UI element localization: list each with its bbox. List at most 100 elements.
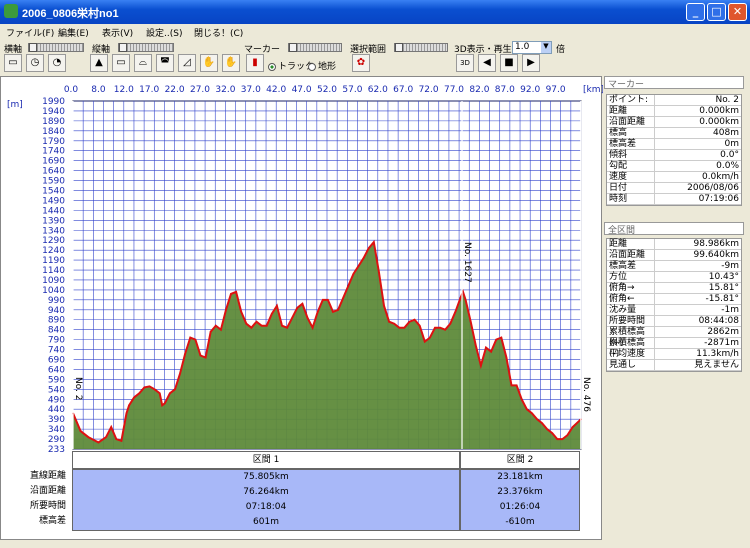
vertical-zoom-slider[interactable] — [118, 43, 174, 52]
dome-icon[interactable]: ⌓ — [134, 54, 152, 72]
view-3d-button[interactable]: 3D — [456, 54, 474, 72]
car-icon[interactable]: ◚ — [156, 54, 174, 72]
y-tick-label: 1140 — [42, 266, 65, 276]
marker-pin-icon[interactable]: ▮ — [246, 54, 264, 72]
select-range-icon[interactable]: ✿ — [352, 54, 370, 72]
mountain-icon[interactable]: ▲ — [90, 54, 108, 72]
data-point — [301, 303, 304, 305]
x-tick-label: 42.0 — [266, 85, 286, 95]
info-value: No. 2 — [715, 95, 739, 105]
data-point — [429, 336, 431, 339]
data-point — [459, 297, 462, 299]
marker-label: No. 476 — [581, 377, 591, 412]
data-point — [525, 408, 528, 411]
data-point — [357, 265, 360, 267]
section-1-header[interactable]: 区間 1 — [72, 451, 460, 469]
speed-select[interactable]: 1.0 ▼ — [512, 41, 552, 54]
info-value: 99.640km — [693, 250, 739, 260]
time-count-icon[interactable]: ◔ — [48, 54, 66, 72]
data-point — [179, 372, 181, 375]
info-value: 2862m — [707, 327, 739, 337]
ruler-icon[interactable]: ▭ — [4, 54, 22, 72]
info-value: -1m — [721, 305, 739, 315]
y-tick-label: 1840 — [42, 127, 65, 137]
info-key: 沈み量 — [607, 305, 655, 315]
data-point — [332, 310, 334, 313]
data-point — [79, 430, 82, 432]
rewind-button[interactable]: ◀ — [478, 54, 496, 72]
y-axis-label: [m] — [7, 100, 23, 110]
y-tick-label: 1090 — [42, 276, 65, 286]
data-point — [505, 356, 508, 359]
y-tick-label: 1890 — [42, 117, 65, 127]
data-point — [485, 346, 487, 349]
data-point — [184, 352, 186, 355]
minimize-button[interactable]: _ — [686, 3, 705, 21]
data-point — [316, 310, 319, 313]
section-1-value: 75.805km — [243, 472, 289, 482]
hand-icon[interactable]: ✋ — [200, 54, 218, 72]
data-point — [480, 364, 482, 367]
play-button[interactable]: ▶ — [522, 54, 540, 72]
slope-icon[interactable]: ◿ — [178, 54, 196, 72]
data-point — [464, 299, 467, 301]
range-slider[interactable] — [394, 43, 448, 52]
info-key: 距離 — [607, 106, 655, 116]
info-value: 408m — [713, 128, 739, 138]
x-tick-label: 22.0 — [165, 85, 185, 95]
info-value: 0.0% — [716, 161, 739, 171]
stop-button[interactable]: ■ — [500, 54, 518, 72]
y-tick-label: 1490 — [42, 196, 65, 206]
data-point — [214, 324, 217, 327]
info-key: 速度 — [607, 172, 655, 182]
data-point — [87, 436, 90, 438]
menu-edit[interactable]: 編集(E) — [58, 26, 89, 39]
info-row: 時刻 07:19:06 — [607, 194, 741, 205]
y-tick-label: 290 — [48, 435, 65, 445]
info-row: 距離 0.000km — [607, 106, 741, 117]
data-point — [225, 309, 227, 311]
x-tick-label: 67.0 — [393, 85, 413, 95]
info-row: 勾配 0.0% — [607, 161, 741, 172]
data-point — [474, 344, 477, 347]
data-point — [561, 438, 564, 440]
terrain-radio[interactable]: 地形 — [308, 59, 336, 72]
y-tick-label: 1740 — [42, 147, 65, 157]
data-point — [125, 412, 128, 415]
maximize-button[interactable]: □ — [707, 3, 726, 21]
y-tick-label: 690 — [48, 356, 65, 366]
info-key: 距離 — [607, 239, 655, 249]
data-point — [373, 241, 375, 243]
y-tick-label: 990 — [48, 296, 65, 306]
y-tick-label: 1590 — [42, 177, 65, 187]
data-point — [235, 291, 237, 293]
data-point — [408, 320, 411, 323]
info-row: 所要時間 08:44:08 — [607, 316, 741, 327]
hand-alt-icon[interactable]: ✋ — [222, 54, 240, 72]
info-key: 沿面距離 — [607, 117, 655, 127]
close-button[interactable]: ✕ — [728, 3, 747, 21]
horizontal-zoom-slider[interactable] — [28, 43, 84, 52]
data-point — [531, 412, 533, 415]
summary-label: 沿面距離 — [29, 486, 66, 496]
marker-label: No. 2 — [73, 377, 83, 401]
menu-settings[interactable]: 設定..(S) — [146, 26, 182, 39]
menu-view[interactable]: 表示(V) — [102, 26, 133, 39]
data-point — [97, 441, 100, 444]
summary-label: 直線距離 — [29, 471, 66, 481]
ruler-v-icon[interactable]: ▭ — [112, 54, 130, 72]
data-point — [367, 247, 370, 249]
data-point — [133, 396, 135, 399]
menu-file[interactable]: ファイル(F) — [6, 26, 54, 39]
section-2-header[interactable]: 区間 2 — [460, 451, 580, 469]
clock-icon[interactable]: ◷ — [26, 54, 44, 72]
data-point — [189, 336, 192, 339]
y-tick-label: 1990 — [42, 97, 65, 107]
marker-slider[interactable] — [288, 43, 342, 52]
summary-label: 標高差 — [38, 516, 66, 526]
x-tick-label: 82.0 — [469, 85, 489, 95]
menu-close[interactable]: 閉じる！(C) — [194, 26, 243, 39]
info-row: 距離 98.986km — [607, 239, 741, 250]
data-point — [245, 322, 248, 325]
x-tick-label: 12.0 — [114, 85, 134, 95]
